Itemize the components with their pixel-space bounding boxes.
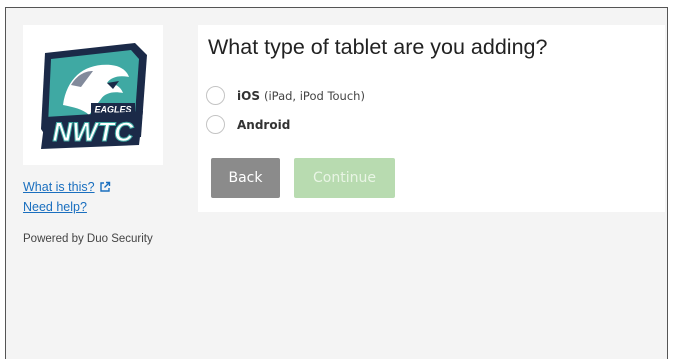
logo-nwtc-text: NWTC <box>53 117 134 147</box>
option-ios-label: iOS <box>237 88 260 103</box>
sidebar: EAGLES NWTC What is this? Need help? Pow… <box>23 25 168 245</box>
what-is-this-row: What is this? <box>23 177 168 197</box>
android-radio[interactable] <box>206 115 225 134</box>
option-ios-hint: (iPad, iPod Touch) <box>263 88 365 103</box>
what-is-this-link[interactable]: What is this? <box>23 177 95 197</box>
option-android[interactable]: Android <box>206 115 290 134</box>
eagles-logo-icon: EAGLES NWTC <box>41 43 147 149</box>
ios-radio[interactable] <box>206 86 225 105</box>
external-link-icon <box>99 181 110 192</box>
need-help-link[interactable]: Need help? <box>23 197 168 217</box>
help-links: What is this? Need help? <box>23 177 168 217</box>
duo-frame: EAGLES NWTC What is this? Need help? Pow… <box>5 7 668 359</box>
continue-button[interactable]: Continue <box>294 158 395 198</box>
powered-by-text: Powered by Duo Security <box>23 233 153 245</box>
enroll-panel: What type of tablet are you adding? iOS … <box>198 25 665 212</box>
organization-logo: EAGLES NWTC <box>23 25 163 165</box>
option-ios[interactable]: iOS (iPad, iPod Touch) <box>206 86 365 105</box>
page-title: What type of tablet are you adding? <box>208 35 548 59</box>
option-android-label: Android <box>237 117 291 132</box>
back-button[interactable]: Back <box>211 158 280 198</box>
